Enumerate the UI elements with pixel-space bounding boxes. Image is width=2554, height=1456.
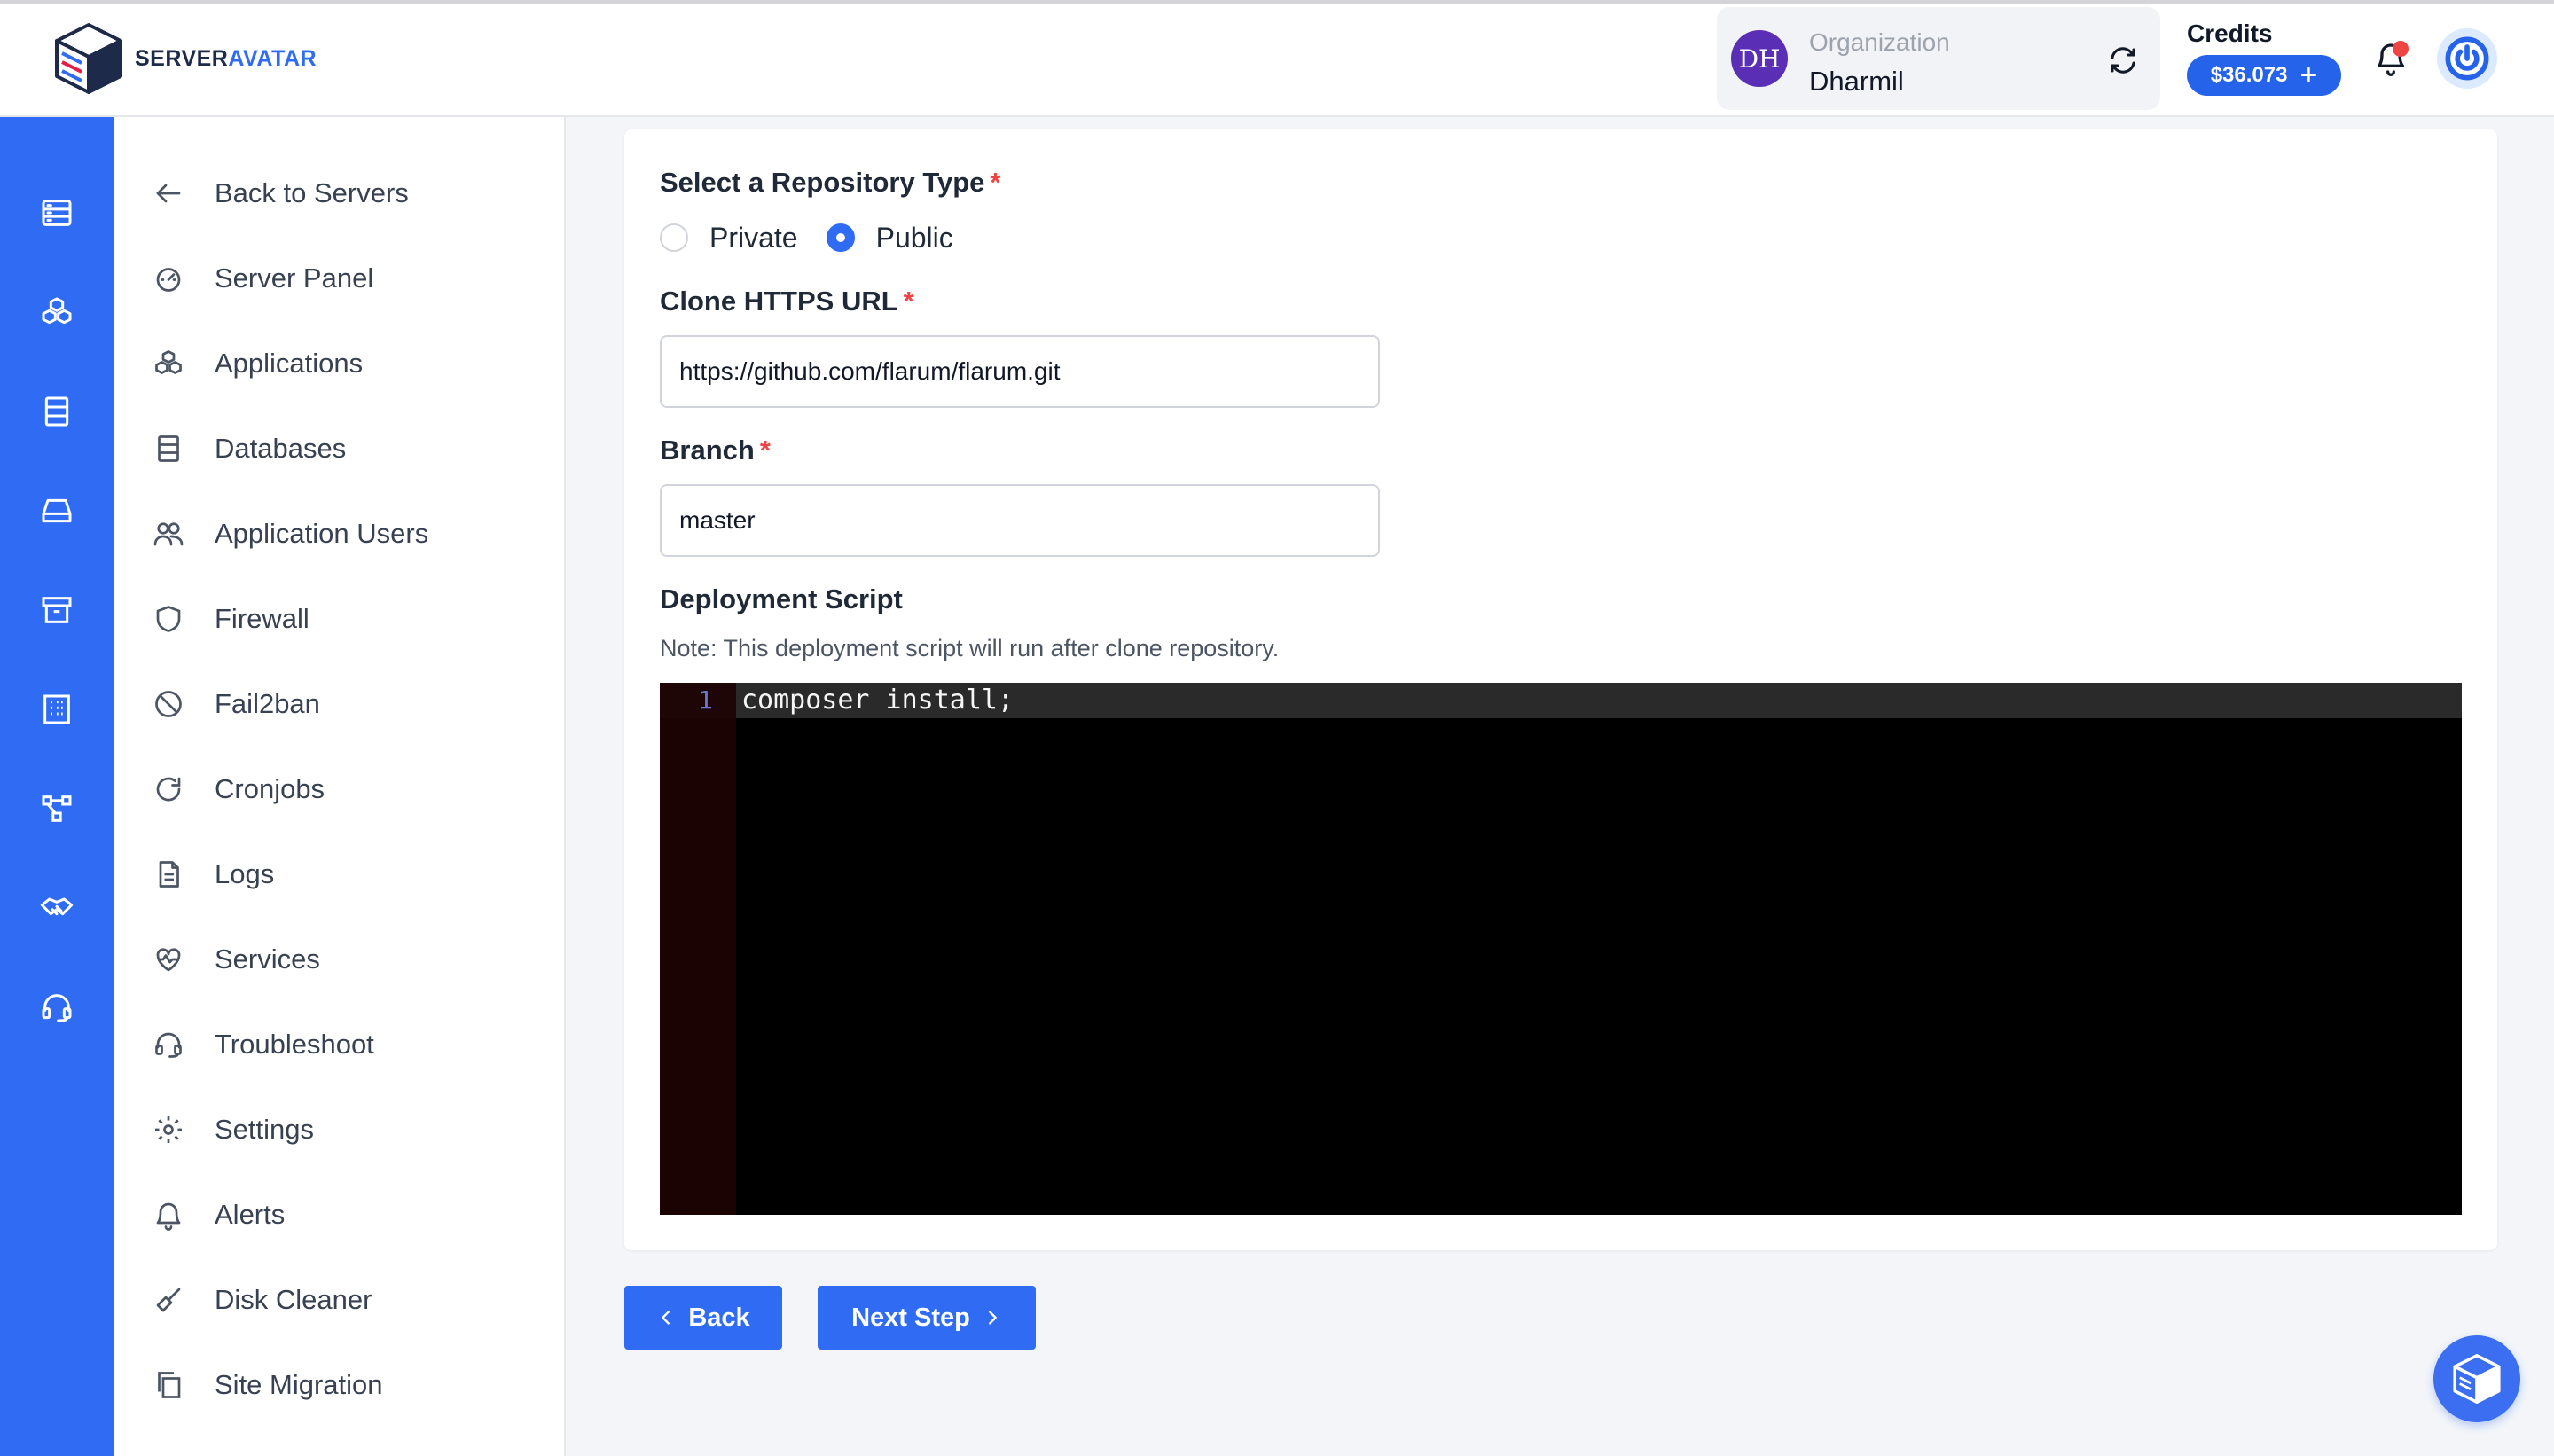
branch-label: Branch * [660,434,771,466]
brand-logo[interactable]: SERVERAVATAR [53,21,317,96]
sidebar-item-label: Cronjobs [215,773,325,804]
support-icon[interactable] [39,990,74,1025]
sidebar-item-server-panel[interactable]: Server Panel [153,259,373,298]
sidebar-item-label: Services [215,943,320,975]
chevron-right-icon [988,1311,997,1325]
line-number: 1 [698,685,713,715]
brand-name: SERVERAVATAR [135,45,317,71]
next-step-button-label: Next Step [851,1303,970,1332]
help-widget-button[interactable] [2433,1335,2520,1422]
sidebar-item-back-to-servers[interactable]: Back to Servers [153,174,409,213]
credits-add-button[interactable]: $36.073 + [2187,55,2341,96]
sidebar-item-services[interactable]: Services [153,940,320,979]
repo-type-radio-group: Private Public [660,218,982,257]
deployment-script-note: Note: This deployment script will run af… [660,635,1280,661]
shield-icon [156,606,181,632]
servers-icon[interactable] [39,195,74,231]
databases-icon[interactable] [39,394,74,429]
ban-icon [155,691,182,717]
sidebar-item-logs[interactable]: Logs [153,855,274,894]
sidebar-item-databases[interactable]: Databases [153,429,346,468]
sidebar-item-label: Logs [215,858,275,889]
sidebar-item-disk-cleaner[interactable]: Disk Cleaner [153,1280,372,1319]
sidebar-item-label: Firewall [215,603,309,634]
document-icon [159,861,179,888]
headset-icon [155,1032,182,1058]
clone-url-label: Clone HTTPS URL * [660,286,914,317]
editor-gutter [660,683,736,1215]
plus-icon: + [2299,59,2318,92]
private-radio[interactable] [660,223,688,252]
sidebar-item-label: Application Users [215,518,429,549]
chevron-left-icon [662,1311,670,1325]
private-radio-label[interactable]: Private [709,222,798,254]
clone-url-input[interactable] [660,335,1380,408]
network-icon[interactable] [39,791,74,826]
user-menu-button[interactable] [2437,28,2497,89]
sidebar-item-application-users[interactable]: Application Users [153,514,428,553]
power-icon [2445,36,2489,81]
next-step-button[interactable]: Next Step [818,1286,1036,1350]
credits-value: $36.073 [2210,63,2288,87]
sidebar-item-fail2ban[interactable]: Fail2ban [153,685,320,724]
gear-icon [155,1116,182,1143]
database-icon [158,435,179,462]
clone-repository-form: Select a Repository Type * Private Public… [624,129,2497,1250]
partners-icon[interactable] [39,890,74,926]
arrow-left-icon [156,184,181,203]
deployment-script-editor[interactable]: 1 composer install; [660,683,2462,1215]
bell-icon [156,1202,181,1231]
top-header: SERVERAVATAR DH Organization Dharmil Cre… [0,0,2554,117]
sidebar-item-label: Fail2ban [215,688,320,719]
back-button[interactable]: Back [624,1286,782,1350]
sidebar-item-site-migration[interactable]: Site Migration [153,1366,383,1405]
server-sidebar: Back to Servers Server Panel Application… [114,117,566,1456]
icon-rail [0,117,114,1456]
broom-icon [156,1288,181,1312]
back-button-label: Back [688,1303,750,1332]
public-radio[interactable] [826,223,855,252]
copy-icon [158,1372,181,1398]
org-name: Dharmil [1809,66,1904,97]
sidebar-item-label: Server Panel [215,262,374,294]
deployment-script-label: Deployment Script [660,583,903,614]
refresh-icon[interactable] [2107,44,2139,76]
sidebar-item-label: Settings [215,1114,315,1145]
sidebar-item-settings[interactable]: Settings [153,1110,314,1149]
sidebar-item-cronjobs[interactable]: Cronjobs [153,770,325,809]
editor-active-line: 1 composer install; [660,683,2462,718]
storage-icon[interactable] [39,493,74,528]
sidebar-item-label: Site Migration [215,1369,383,1400]
cube-logo-icon [55,23,122,94]
org-label: Organization [1809,28,1950,56]
sidebar-item-troubleshoot[interactable]: Troubleshoot [153,1025,374,1064]
header-top-border [0,0,2554,4]
sidebar-item-label: Alerts [215,1199,286,1230]
archive-icon[interactable] [39,592,74,628]
public-radio-label[interactable]: Public [876,222,953,254]
users-icon [153,522,184,546]
sidebar-item-applications[interactable]: Applications [153,344,363,383]
cubes-icon [155,350,182,374]
gauge-icon [156,268,181,292]
heartbeat-icon [156,948,181,972]
cube-logo-icon [2453,1354,2501,1404]
organization-switcher[interactable]: DH Organization Dharmil [1717,7,2160,110]
sidebar-item-label: Back to Servers [215,177,409,208]
branch-input[interactable] [660,484,1380,557]
sidebar-item-label: Troubleshoot [215,1029,374,1060]
sidebar-item-alerts[interactable]: Alerts [153,1195,285,1234]
org-avatar: DH [1731,30,1788,87]
sidebar-item-label: Databases [215,433,347,464]
applications-icon[interactable] [39,294,74,330]
code-line[interactable]: composer install; [741,683,1014,718]
repo-type-label: Select a Repository Type * [660,167,1001,198]
sidebar-item-label: Disk Cleaner [215,1284,372,1315]
organization-icon[interactable] [39,692,74,727]
sidebar-item-firewall[interactable]: Firewall [153,599,309,638]
notification-dot [2393,41,2409,57]
credits-label: Credits [2187,20,2273,47]
sidebar-item-label: Applications [215,348,364,379]
refresh-icon [156,777,181,802]
